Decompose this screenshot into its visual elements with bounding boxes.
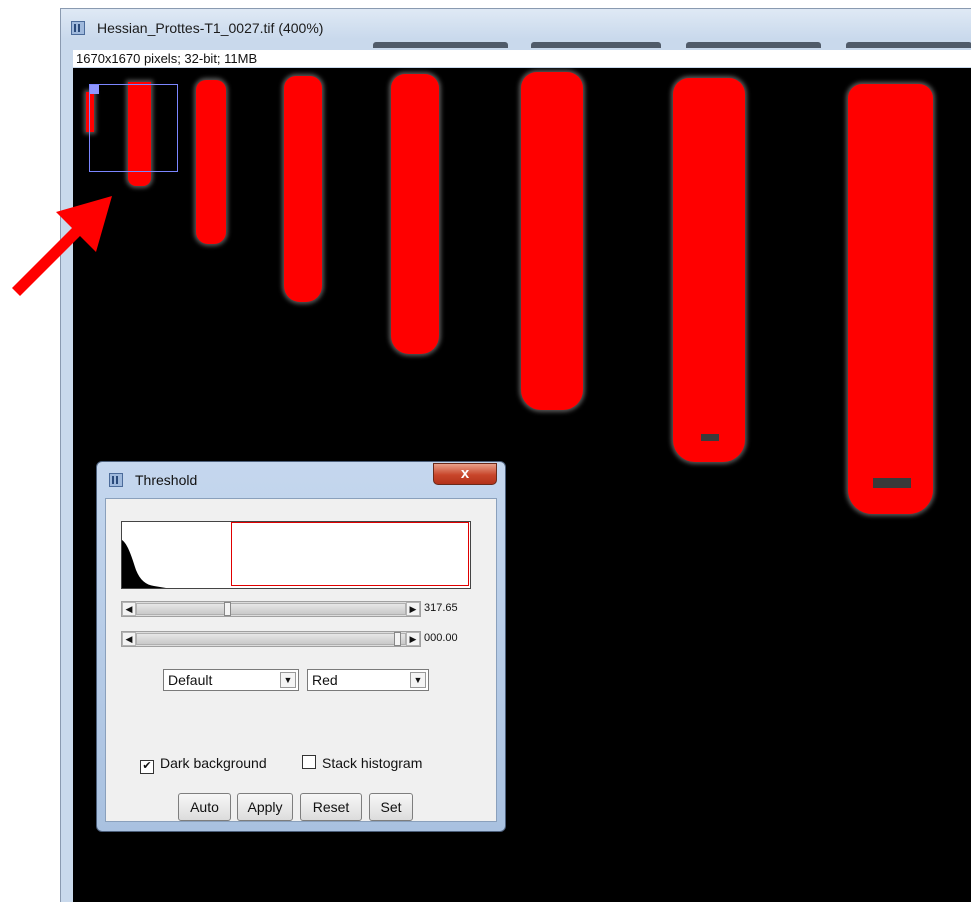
dark-background-checkbox[interactable]: ✔: [140, 760, 154, 774]
mask-object: [848, 84, 933, 514]
dark-background-option[interactable]: ✔ Dark background: [140, 755, 267, 774]
chevron-down-icon[interactable]: ▼: [280, 672, 296, 688]
auto-button[interactable]: Auto: [178, 793, 231, 821]
method-select[interactable]: Default ▼: [163, 669, 299, 691]
imagej-icon: [71, 21, 85, 35]
method-select-value: Default: [168, 672, 213, 688]
stack-histogram-label: Stack histogram: [322, 755, 423, 771]
lower-threshold-value: 317.65: [424, 602, 458, 614]
dialog-body: ◀ ▶ 317.65 ◀ ▶ 000.00 Default ▼ Red ▼ ✔ D…: [105, 498, 497, 822]
selection-rectangle[interactable]: [89, 84, 178, 172]
slider-track[interactable]: [136, 603, 406, 615]
mask-object: [521, 72, 583, 410]
mask-object: [196, 80, 226, 244]
mask-object: [673, 78, 745, 462]
reset-button[interactable]: Reset: [300, 793, 362, 821]
window-titlebar[interactable]: Hessian_Prottes-T1_0027.tif (400%): [61, 9, 971, 48]
upper-threshold-slider[interactable]: ◀ ▶: [121, 631, 421, 647]
slider-right-button[interactable]: ▶: [406, 632, 420, 646]
titlebar-tab-2: [531, 42, 661, 48]
slider-thumb[interactable]: [224, 602, 231, 616]
image-info-bar: 1670x1670 pixels; 32-bit; 11MB: [73, 50, 971, 67]
threshold-range-box: [231, 522, 469, 586]
annotation-arrow-icon: [12, 196, 112, 296]
slider-track[interactable]: [136, 633, 406, 645]
imagej-icon: [109, 473, 123, 487]
stack-histogram-option[interactable]: Stack histogram: [302, 755, 422, 771]
histogram-plot: [121, 521, 471, 589]
dark-background-label: Dark background: [160, 755, 267, 771]
mask-object: [391, 74, 439, 354]
upper-threshold-value: 000.00: [424, 632, 458, 644]
slider-left-button[interactable]: ◀: [122, 602, 136, 616]
display-select[interactable]: Red ▼: [307, 669, 429, 691]
mask-hole: [873, 478, 911, 488]
threshold-dialog: Threshold x ◀ ▶ 317.65 ◀ ▶ 000.00 Defaul…: [96, 461, 506, 832]
slider-right-button[interactable]: ▶: [406, 602, 420, 616]
display-select-value: Red: [312, 672, 338, 688]
titlebar-tab-3: [686, 42, 821, 48]
apply-button[interactable]: Apply: [237, 793, 293, 821]
titlebar-tab-4: [846, 42, 971, 48]
titlebar-tab-1: [373, 42, 508, 48]
dialog-title: Threshold: [135, 472, 198, 488]
mask-hole: [701, 434, 719, 441]
stack-histogram-checkbox[interactable]: [302, 755, 316, 769]
mask-object: [284, 76, 322, 302]
chevron-down-icon[interactable]: ▼: [410, 672, 426, 688]
selection-handle[interactable]: [90, 85, 99, 94]
slider-left-button[interactable]: ◀: [122, 632, 136, 646]
lower-threshold-slider[interactable]: ◀ ▶: [121, 601, 421, 617]
window-title: Hessian_Prottes-T1_0027.tif (400%): [97, 20, 324, 36]
close-button[interactable]: x: [433, 463, 497, 485]
set-button[interactable]: Set: [369, 793, 413, 821]
slider-thumb[interactable]: [394, 632, 401, 646]
